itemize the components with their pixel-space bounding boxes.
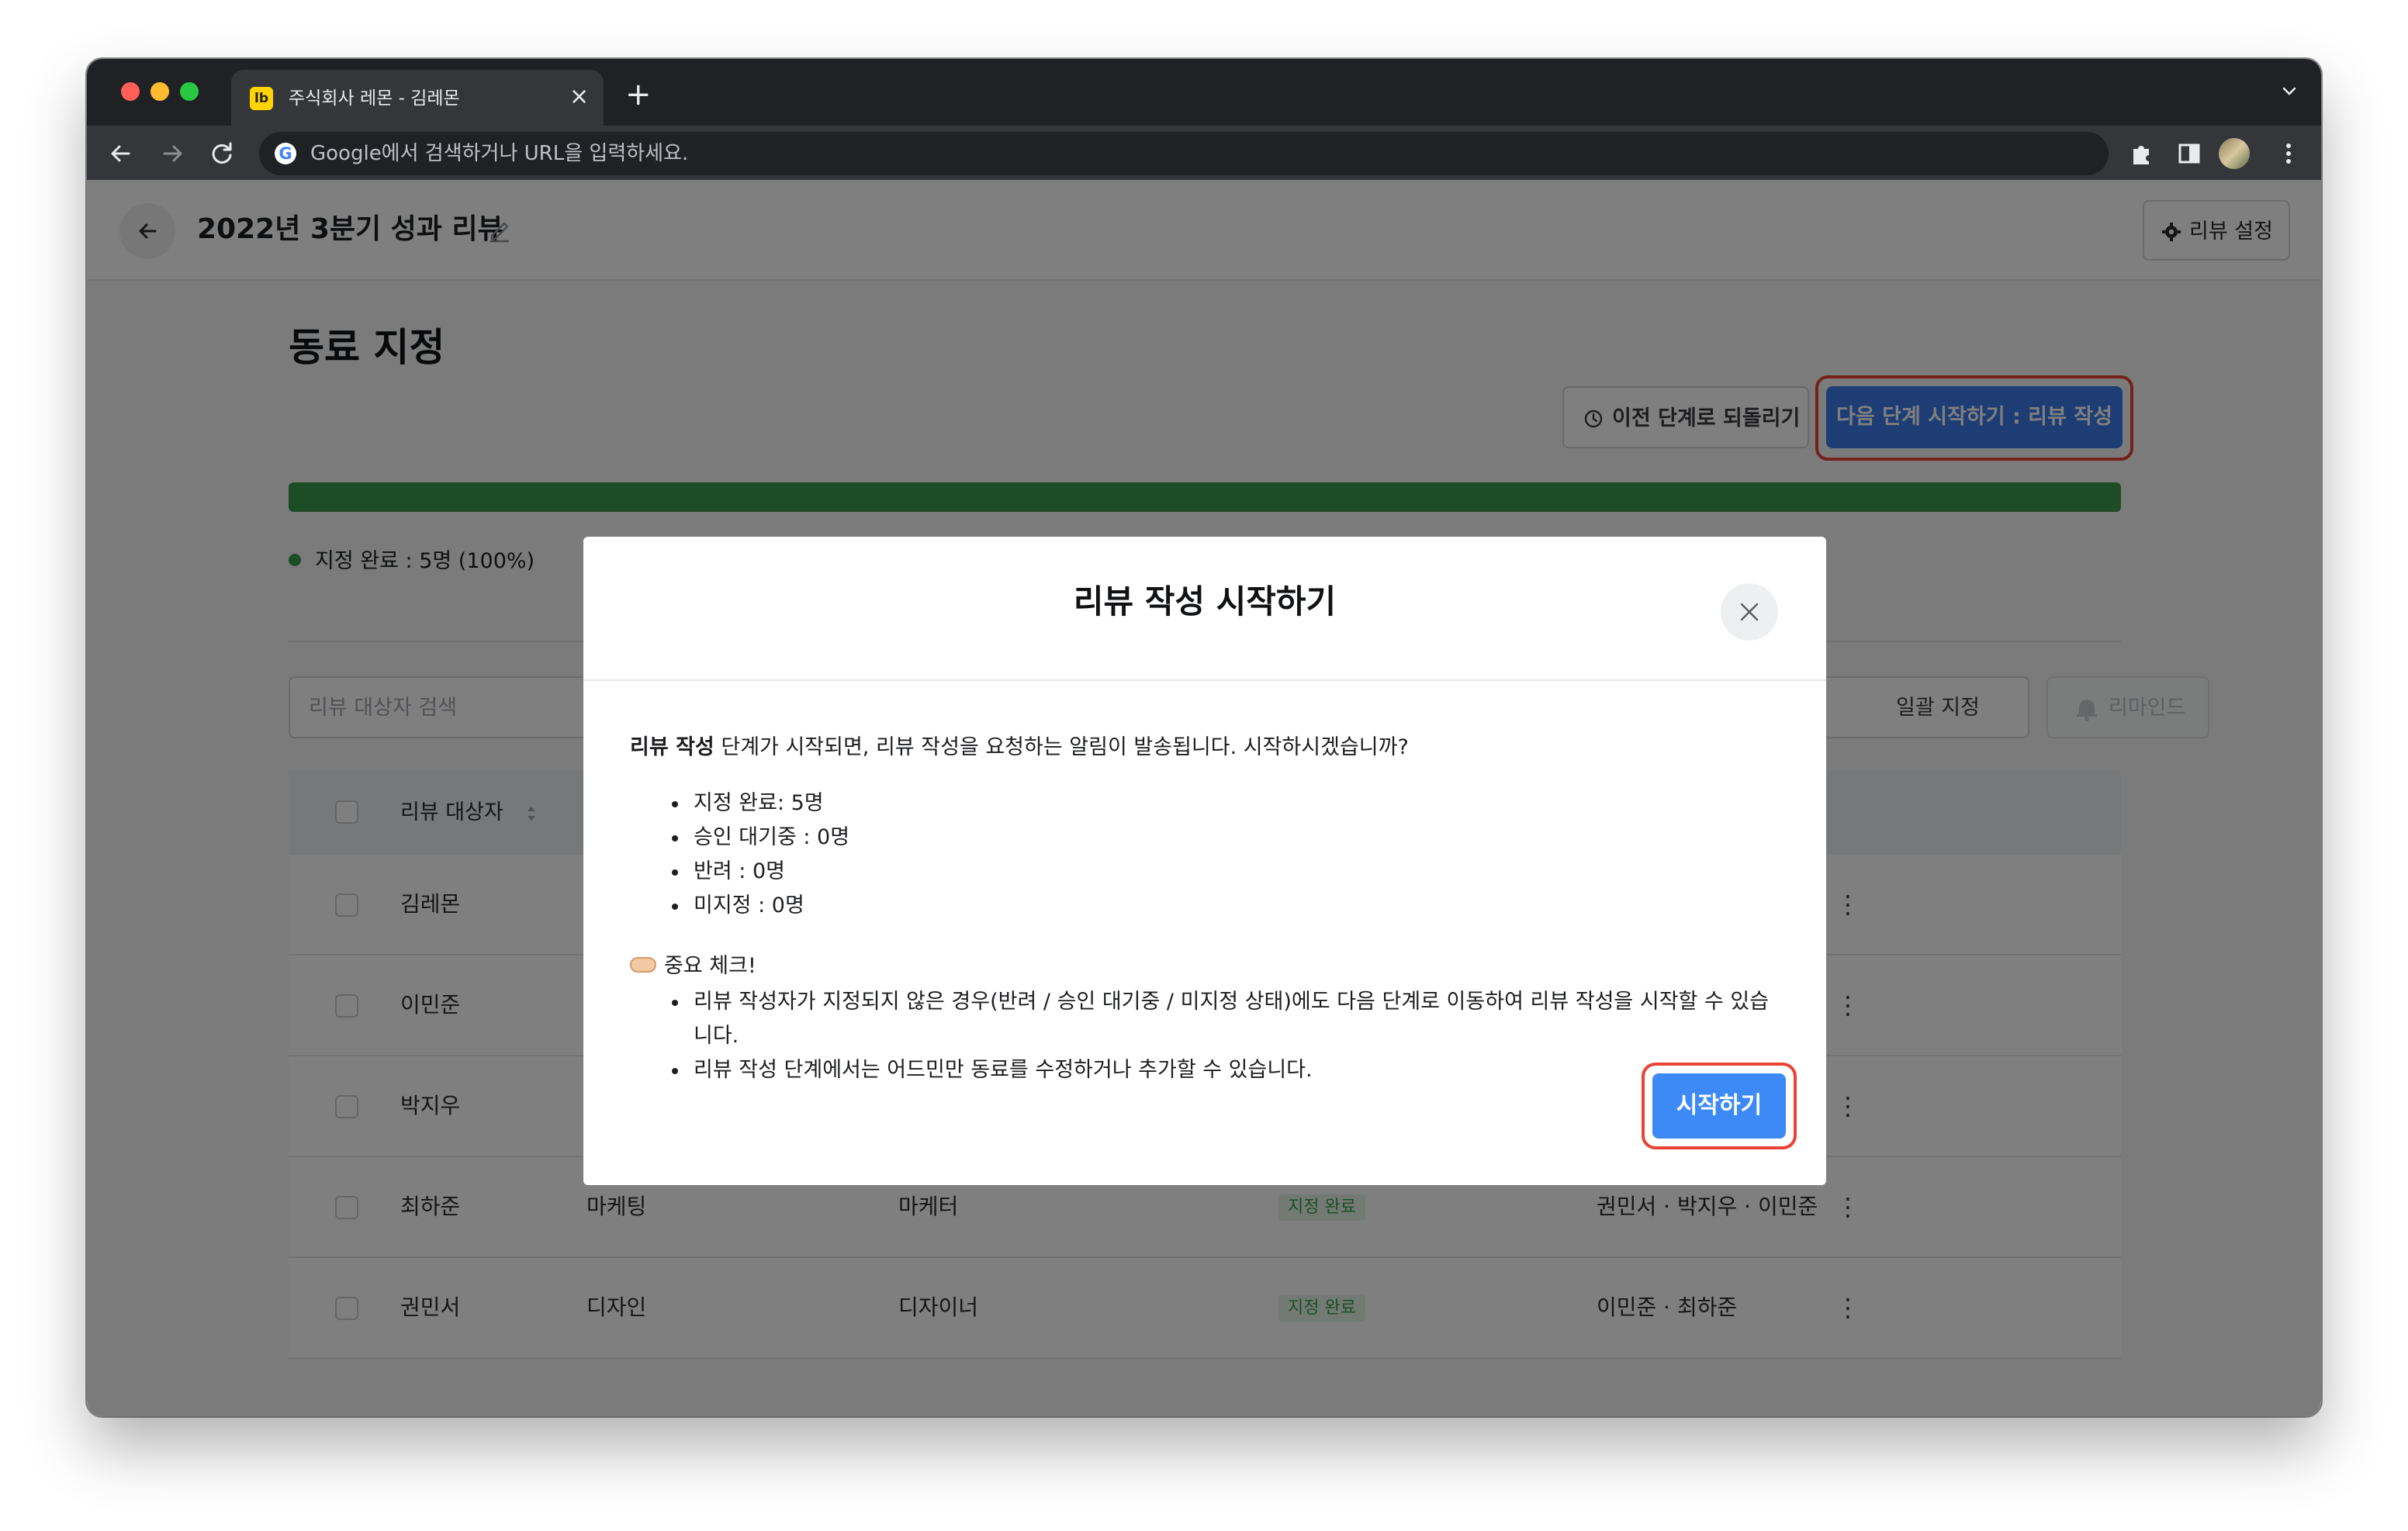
stat-item: 반려 : 0명: [672, 855, 1786, 889]
new-tab-icon[interactable]: +: [625, 79, 652, 110]
note-item: 리뷰 작성 단계에서는 어드민만 동료를 수정하거나 추가할 수 있습니다.: [672, 1053, 1786, 1087]
check-heading: 중요 체크!: [630, 949, 1786, 983]
note-item: 리뷰 작성자가 지정되지 않은 경우(반려 / 승인 대기중 / 미지정 상태)…: [672, 985, 1786, 1053]
stats-list: 지정 완료: 5명 승인 대기중 : 0명 반려 : 0명 미지정 : 0명: [630, 786, 1786, 923]
favicon-icon: lb: [250, 87, 273, 110]
browser-toolbar: G Google에서 검색하거나 URL을 입력하세요.: [87, 126, 2321, 180]
close-window-button[interactable]: [121, 82, 140, 101]
stat-item: 지정 완료: 5명: [672, 786, 1786, 821]
browser-tab[interactable]: lb 주식회사 레몬 - 김레몬 ×: [231, 70, 604, 126]
side-panel-icon[interactable]: [2174, 138, 2205, 169]
check-title: 중요 체크!: [664, 954, 756, 978]
start-button-highlight: [1642, 1063, 1797, 1149]
tab-bar: lb 주식회사 레몬 - 김레몬 × +: [87, 59, 2321, 126]
minimize-window-button[interactable]: [150, 82, 169, 101]
tab-close-icon[interactable]: ×: [569, 85, 589, 109]
address-bar[interactable]: G Google에서 검색하거나 URL을 입력하세요.: [259, 132, 2109, 175]
start-review-modal: 리뷰 작성 시작하기 리뷰 작성 단계가 시작되면, 리뷰 작성을 요청하는 알…: [583, 537, 1826, 1185]
modal-header: 리뷰 작성 시작하기: [583, 537, 1826, 681]
puzzle-icon[interactable]: [2126, 138, 2157, 169]
stat-item: 미지정 : 0명: [672, 889, 1786, 923]
google-icon: G: [275, 143, 296, 164]
notes-list: 리뷰 작성자가 지정되지 않은 경우(반려 / 승인 대기중 / 미지정 상태)…: [630, 985, 1786, 1087]
chevron-down-icon[interactable]: [2281, 82, 2298, 99]
modal-close-button[interactable]: [1721, 583, 1778, 641]
forward-arrow-icon[interactable]: [155, 137, 189, 171]
maximize-window-button[interactable]: [180, 82, 199, 101]
more-vert-icon[interactable]: [2273, 138, 2304, 169]
stat-item: 승인 대기중 : 0명: [672, 821, 1786, 855]
profile-avatar[interactable]: [2219, 138, 2250, 169]
tab-title: 주식회사 레몬 - 김레몬: [289, 88, 460, 109]
back-arrow-icon[interactable]: [104, 137, 138, 171]
modal-title: 리뷰 작성 시작하기: [1073, 582, 1337, 620]
modal-body: 리뷰 작성 단계가 시작되면, 리뷰 작성을 요청하는 알림이 발송됩니다. 시…: [630, 731, 1786, 1087]
browser-window: lb 주식회사 레몬 - 김레몬 × + G Google에서 검색하거나 UR…: [87, 59, 2321, 1416]
app-page: 2022년 3분기 성과 리뷰 리뷰 설정 동료 지정 이전 단계로 되돌리기 …: [87, 180, 2321, 1416]
close-icon: [1740, 603, 1759, 621]
address-placeholder: Google에서 검색하거나 URL을 입력하세요.: [310, 142, 689, 165]
intro-bold: 리뷰 작성: [630, 735, 714, 759]
reload-icon[interactable]: [205, 137, 239, 171]
pointing-hand-icon: [630, 957, 656, 973]
modal-intro: 리뷰 작성 단계가 시작되면, 리뷰 작성을 요청하는 알림이 발송됩니다. 시…: [630, 731, 1786, 765]
intro-text: 단계가 시작되면, 리뷰 작성을 요청하는 알림이 발송됩니다. 시작하시겠습니…: [714, 735, 1409, 759]
